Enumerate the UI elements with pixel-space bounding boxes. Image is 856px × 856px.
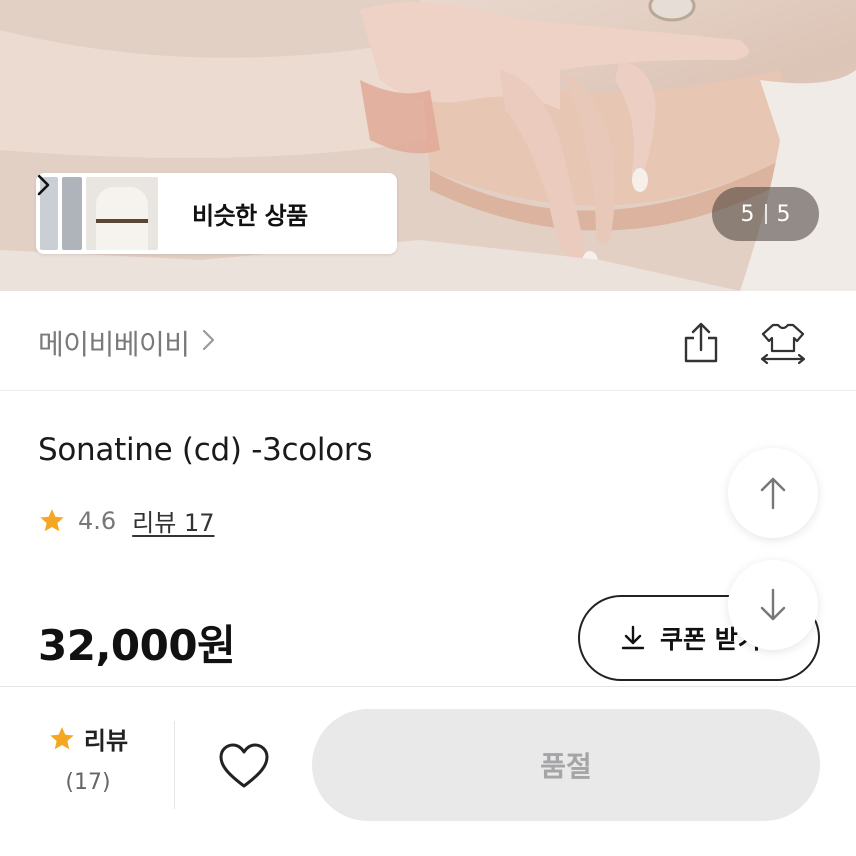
image-counter-total: 5 <box>776 201 791 227</box>
chevron-right-icon <box>202 327 216 360</box>
wishlist-button[interactable] <box>216 738 272 794</box>
review-count-link[interactable]: 리뷰 17 <box>132 503 214 538</box>
arrow-up-icon <box>760 477 786 510</box>
review-tab-button[interactable]: 리뷰 (17) <box>30 721 146 795</box>
size-guide-button[interactable] <box>758 318 808 368</box>
star-icon <box>40 508 64 531</box>
arrow-down-icon <box>760 588 786 621</box>
download-icon <box>621 625 645 650</box>
review-tab-label: 리뷰 <box>83 727 129 755</box>
rating-score: 4.6 <box>78 506 117 535</box>
similar-thumbnails <box>36 173 162 254</box>
soldout-button: 품절 <box>312 709 820 821</box>
share-button[interactable] <box>676 318 726 368</box>
product-rating: 4.6 리뷰 17 <box>38 503 215 538</box>
bottom-action-bar: 리뷰 (17) 품절 <box>0 686 856 856</box>
heart-outline-icon <box>219 743 269 788</box>
product-image-gallery[interactable]: 비슷한 상품 5 5 <box>0 0 856 291</box>
product-title: Sonatine (cd) -3colors <box>38 432 373 468</box>
star-icon <box>50 726 74 749</box>
soldout-label: 품절 <box>540 750 592 783</box>
image-counter-current: 5 <box>740 201 755 227</box>
review-tab-count: (17) <box>65 770 111 795</box>
share-icon <box>684 322 718 363</box>
brand-link[interactable]: 메이비베이비 <box>38 323 216 363</box>
bottom-divider <box>174 721 175 809</box>
similar-products-label: 비슷한 상품 <box>192 202 308 230</box>
scroll-top-button[interactable] <box>728 448 818 538</box>
brand-name: 메이비베이비 <box>38 328 190 361</box>
counter-separator <box>764 204 767 224</box>
product-price: 32,000원 <box>38 621 236 670</box>
image-counter: 5 5 <box>712 187 819 241</box>
brand-row: 메이비베이비 <box>0 291 856 391</box>
similar-products-button[interactable]: 비슷한 상품 <box>36 173 397 254</box>
body-size-icon <box>760 323 806 365</box>
scroll-bottom-button[interactable] <box>728 560 818 650</box>
